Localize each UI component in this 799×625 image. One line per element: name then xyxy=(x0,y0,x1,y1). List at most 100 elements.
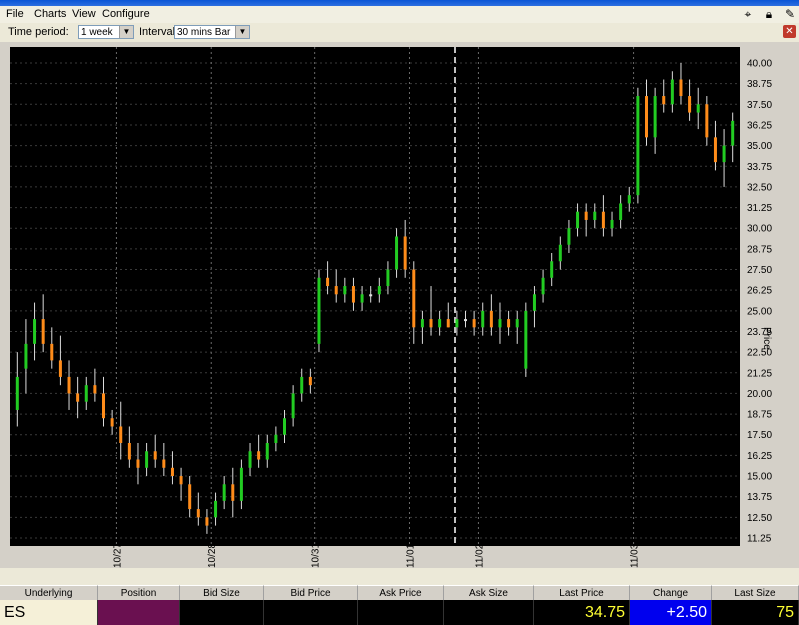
y-tick-label: 30.00 xyxy=(747,224,772,235)
price-bar xyxy=(300,376,304,394)
x-tick-label: 10/27 xyxy=(112,543,123,568)
position-value xyxy=(98,600,180,625)
price-bar xyxy=(50,343,54,361)
price-bar xyxy=(524,310,528,369)
chevron-down-icon[interactable]: ▼ xyxy=(119,26,133,38)
header-bid-size: Bid Size xyxy=(180,585,264,600)
y-axis-label: Price xyxy=(761,327,772,350)
y-tick-label: 16.25 xyxy=(747,451,772,462)
price-bar xyxy=(610,219,614,229)
price-bar xyxy=(498,319,502,328)
price-bar xyxy=(705,104,709,138)
x-tick-label: 11/02 xyxy=(474,543,485,568)
price-bar xyxy=(205,517,209,526)
price-bar xyxy=(627,195,631,204)
header-underlying: Underlying xyxy=(0,585,98,600)
lock-icon[interactable]: 🔒︎ xyxy=(762,7,776,21)
price-bar xyxy=(670,79,674,105)
price-bar xyxy=(731,120,735,146)
price-bar xyxy=(76,393,80,402)
time-period-label: Time period: xyxy=(8,26,69,38)
price-bar xyxy=(507,319,511,328)
header-last-price: Last Price xyxy=(534,585,630,600)
header-last-size: Last Size xyxy=(712,585,799,600)
price-bar xyxy=(550,261,554,278)
price-bar xyxy=(222,484,226,501)
price-bar xyxy=(283,418,286,435)
price-bar xyxy=(196,509,200,518)
price-bar xyxy=(127,443,131,460)
menu-bar: File Charts View Configure ⌖ 🔒︎ ✎ xyxy=(0,6,799,24)
y-tick-label: 28.75 xyxy=(747,244,772,255)
price-bar xyxy=(636,96,640,196)
price-bar xyxy=(688,96,692,113)
menu-charts[interactable]: Charts xyxy=(34,8,66,20)
interval-select[interactable]: 30 mins Bar ▼ xyxy=(174,25,250,39)
x-tick-label: 10/28 xyxy=(207,543,218,568)
price-bar xyxy=(464,319,467,322)
price-bar xyxy=(679,79,683,97)
x-tick-label: 11/01 xyxy=(405,543,416,568)
price-bar xyxy=(472,319,476,328)
price-bar xyxy=(446,319,450,328)
last-size-value: 75 xyxy=(712,600,799,625)
bid-size-value xyxy=(180,600,264,625)
price-bar xyxy=(67,376,71,394)
price-bar xyxy=(145,451,149,468)
chart-toolbar: Time period: 1 week ▼ Interval: 30 mins … xyxy=(0,23,799,43)
y-tick-label: 12.50 xyxy=(747,513,772,524)
y-tick-label: 13.75 xyxy=(747,492,772,503)
price-bar xyxy=(567,228,571,245)
interval-label: Interval: xyxy=(139,26,179,38)
price-bar xyxy=(84,385,88,402)
crosshair-icon[interactable]: ⌖ xyxy=(741,7,755,21)
price-bar xyxy=(257,451,261,460)
underlying-value[interactable]: ES xyxy=(0,600,98,625)
price-bar xyxy=(438,319,442,328)
header-change: Change xyxy=(630,585,712,600)
price-bar xyxy=(584,211,588,220)
price-bar xyxy=(93,385,97,394)
price-bar xyxy=(153,451,157,460)
price-bar xyxy=(360,294,364,303)
bid-price-value xyxy=(264,600,358,625)
price-bar xyxy=(110,418,114,427)
change-value: +2.50 xyxy=(630,600,712,625)
price-bar xyxy=(248,451,252,468)
price-bar xyxy=(102,393,105,419)
x-tick-label: 10/31 xyxy=(311,543,322,568)
price-bar xyxy=(696,104,700,113)
price-bar xyxy=(515,319,519,328)
y-tick-label: 35.00 xyxy=(747,141,772,152)
close-icon[interactable]: ✕ xyxy=(783,25,796,38)
price-bar xyxy=(119,426,123,443)
price-bar xyxy=(386,269,390,287)
header-ask-size: Ask Size xyxy=(444,585,534,600)
time-period-select[interactable]: 1 week ▼ xyxy=(78,25,134,39)
price-bar xyxy=(239,467,243,501)
x-tick-label: 11/03 xyxy=(630,543,641,568)
price-bar xyxy=(576,211,580,229)
y-tick-label: 38.75 xyxy=(747,79,772,90)
price-bar xyxy=(265,443,269,460)
y-tick-label: 36.25 xyxy=(747,120,772,131)
price-bar xyxy=(395,236,399,270)
price-bar xyxy=(231,484,235,501)
price-bar xyxy=(722,145,726,163)
price-bar xyxy=(274,434,278,443)
price-bar xyxy=(33,319,37,344)
chevron-down-icon[interactable]: ▼ xyxy=(235,26,249,38)
price-bar xyxy=(455,319,459,328)
price-chart[interactable]: 40.00 38.75 37.50 36.25 35.00 33.75 32.50 31.25… xyxy=(0,42,799,568)
header-position: Position xyxy=(98,585,180,600)
menu-view[interactable]: View xyxy=(72,8,96,20)
header-bid-price: Bid Price xyxy=(264,585,358,600)
pin-icon[interactable]: ✎ xyxy=(783,7,797,21)
price-bar xyxy=(619,203,623,220)
menu-configure[interactable]: Configure xyxy=(102,8,150,20)
price-bar xyxy=(351,286,355,303)
price-bar xyxy=(326,277,330,287)
plot-background xyxy=(10,47,740,546)
chart-area[interactable]: 40.00 38.75 37.50 36.25 35.00 33.75 32.50 31.25… xyxy=(0,42,799,568)
menu-file[interactable]: File xyxy=(6,8,24,20)
